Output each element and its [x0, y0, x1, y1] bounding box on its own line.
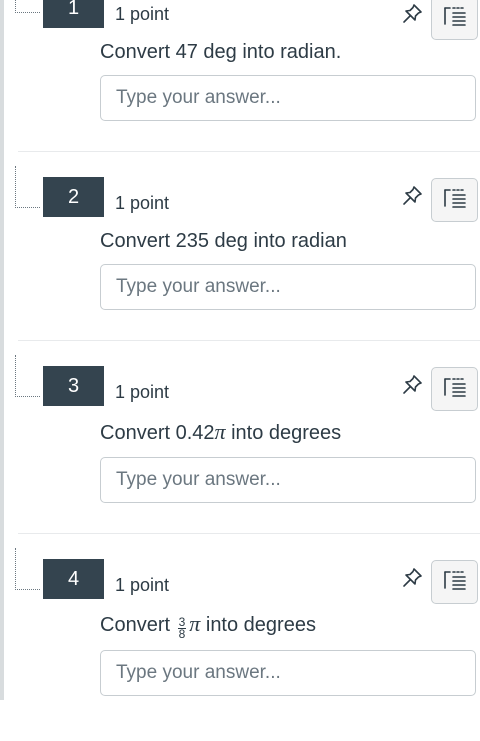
answer-input[interactable] — [100, 75, 476, 121]
answer-input[interactable] — [100, 650, 476, 696]
question-text-prefix: Convert — [100, 614, 176, 636]
pi-symbol: π — [214, 419, 226, 444]
notes-button[interactable] — [431, 367, 478, 411]
pin-icon[interactable] — [400, 566, 424, 590]
question-points: 1 point — [115, 193, 170, 213]
question-2: 2 1 point Convert 235 deg into radian — [0, 166, 480, 359]
question-3: 3 1 point Convert 0.42π into degrees — [0, 355, 480, 548]
question-bracket — [15, 166, 40, 208]
question-number-badge: 4 — [43, 559, 104, 599]
question-bracket — [15, 548, 40, 590]
notes-button[interactable] — [431, 178, 478, 222]
question-divider — [18, 340, 480, 341]
notes-list-icon — [442, 186, 468, 215]
notes-list-icon — [442, 375, 468, 404]
question-text: Convert 38π into degrees — [100, 611, 316, 640]
question-divider — [18, 151, 480, 152]
fraction: 38 — [177, 616, 187, 641]
pin-icon[interactable] — [400, 373, 424, 397]
question-4: 4 1 point Convert 38π into degrees — [0, 548, 480, 741]
question-bracket — [15, 355, 40, 397]
notes-list-icon — [442, 568, 468, 597]
question-text-prefix: Convert 0.42 — [100, 422, 215, 444]
question-number-badge: 1 — [43, 0, 104, 28]
question-number-badge: 2 — [43, 177, 104, 217]
question-number-badge: 3 — [43, 366, 104, 406]
notes-button[interactable] — [431, 0, 478, 40]
pin-icon[interactable] — [400, 2, 424, 26]
question-text: Convert 47 deg into radian. — [100, 41, 342, 63]
answer-input[interactable] — [100, 457, 476, 503]
answer-input[interactable] — [100, 264, 476, 310]
question-1: 1 1 point Convert 47 deg into radian. — [0, 0, 480, 181]
question-text-suffix: into degrees — [225, 422, 342, 444]
notes-button[interactable] — [431, 560, 478, 604]
question-points: 1 point — [115, 4, 170, 24]
question-points: 1 point — [115, 382, 170, 402]
question-bracket — [15, 0, 40, 13]
question-text: Convert 0.42π into degrees — [100, 419, 341, 445]
question-divider — [18, 533, 480, 534]
notes-list-icon — [442, 4, 468, 33]
pi-symbol: π — [189, 611, 201, 636]
question-text: Convert 235 deg into radian — [100, 230, 347, 252]
fraction-denominator: 8 — [178, 627, 186, 641]
pin-icon[interactable] — [400, 184, 424, 208]
question-text-suffix: into degrees — [200, 614, 316, 636]
question-points: 1 point — [115, 575, 170, 595]
